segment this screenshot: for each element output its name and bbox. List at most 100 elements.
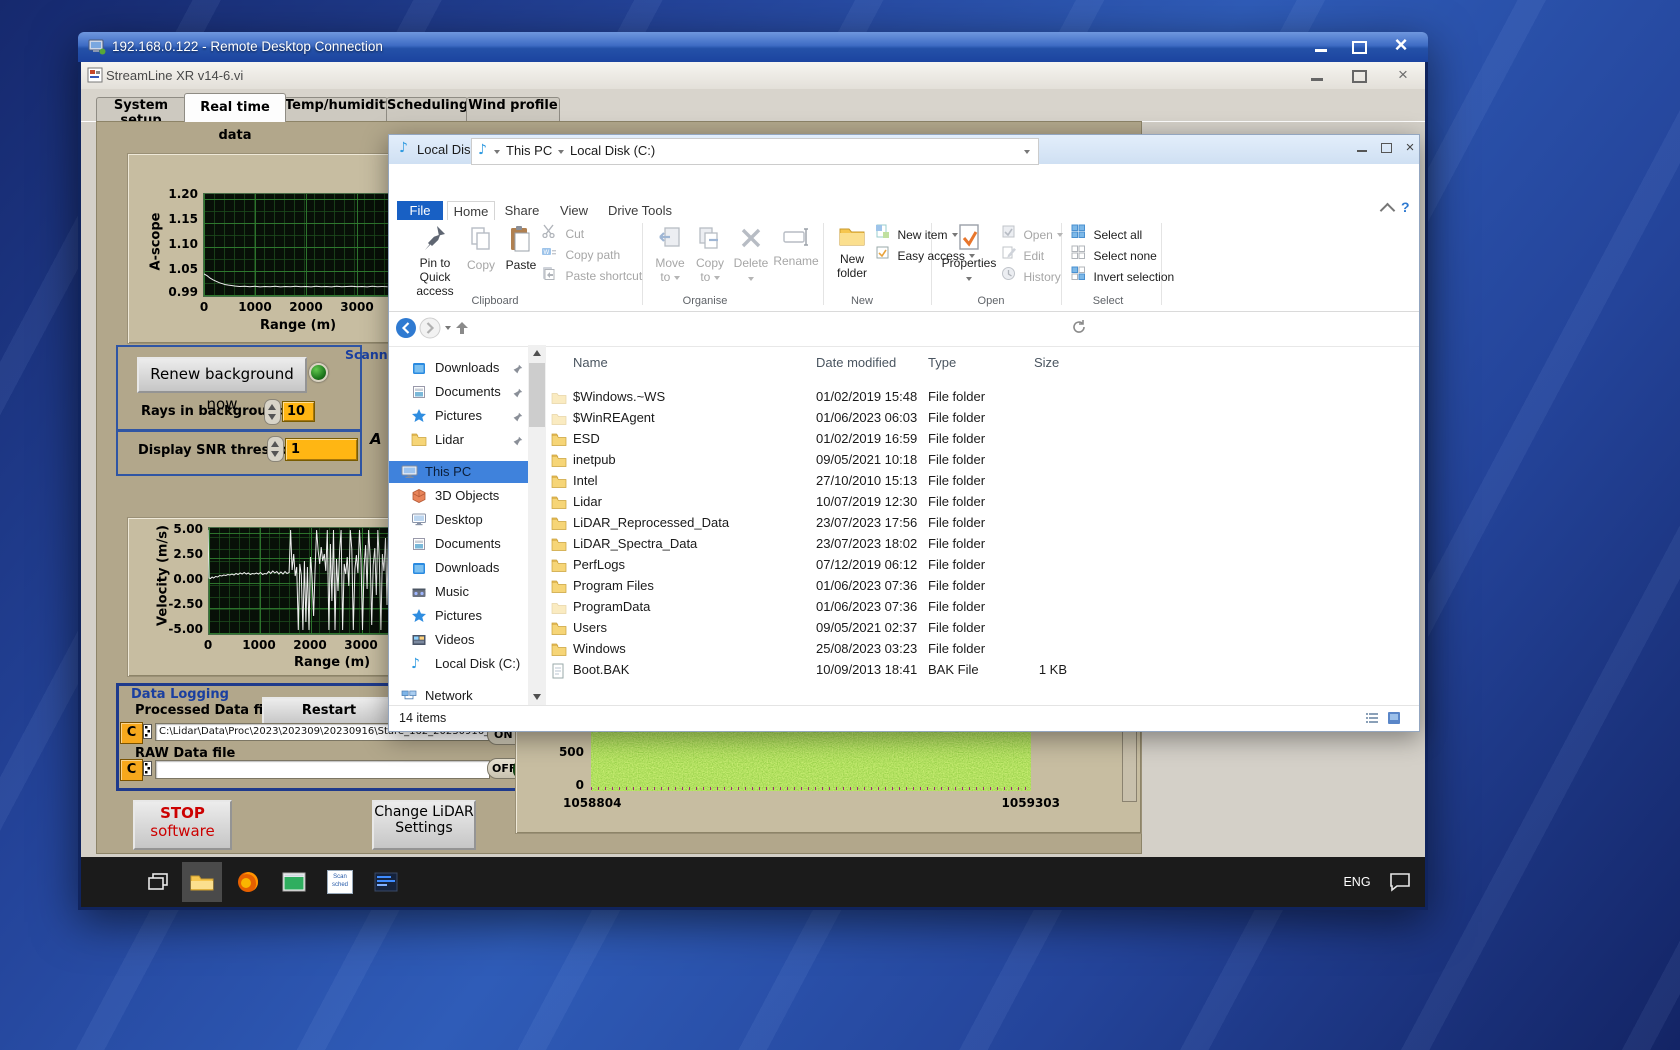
notification-bubble-icon[interactable]	[1380, 862, 1420, 902]
column-header-type[interactable]: Type	[928, 355, 956, 370]
tab-system-setup[interactable]: System setup	[96, 97, 186, 122]
scroll-down-button[interactable]	[528, 688, 546, 705]
tab-scheduling[interactable]: Scheduling	[386, 97, 468, 122]
breadcrumb-local-disk[interactable]: Local Disk (C:)	[570, 143, 655, 158]
open-button[interactable]: Open	[1001, 224, 1063, 244]
sidebar-item-downloads[interactable]: Downloads	[389, 357, 528, 379]
details-view-icon[interactable]	[1365, 711, 1379, 730]
taskbar-scan-sched-icon[interactable]: Scansched	[320, 862, 360, 902]
paste-shortcut-button[interactable]: Paste shortcut	[541, 266, 642, 285]
file-row-users[interactable]: Users09/05/2021 02:37File folder	[539, 618, 1409, 638]
breadcrumb-this-pc[interactable]: This PC	[506, 143, 552, 158]
ribbon-tab-share[interactable]: Share	[497, 201, 547, 221]
file-row-perflogs[interactable]: PerfLogs07/12/2019 06:12File folder	[539, 555, 1409, 575]
large-icons-view-icon[interactable]	[1387, 711, 1401, 730]
app-maximize-button[interactable]	[1348, 67, 1370, 85]
crumb-arrow-icon[interactable]	[494, 150, 500, 154]
snr-value-field[interactable]: 1	[285, 438, 358, 461]
delete-button[interactable]: Delete	[731, 225, 771, 288]
copy-to-button[interactable]: Copy to	[691, 225, 729, 284]
snr-spinner[interactable]	[267, 436, 284, 462]
file-row-windows[interactable]: Windows25/08/2023 03:23File folder	[539, 639, 1409, 659]
tab-real-time-data[interactable]: Real time data	[184, 93, 286, 122]
copy-button[interactable]: Copy	[461, 225, 501, 272]
renew-background-button[interactable]: Renew background now	[137, 357, 307, 393]
language-indicator[interactable]: ENG	[1338, 862, 1376, 902]
recent-locations-icon[interactable]	[445, 326, 451, 330]
copy-path-button[interactable]: W Copy path	[541, 245, 620, 264]
tab-wind-profile[interactable]: Wind profile	[466, 97, 560, 122]
sidebar-item-pictures[interactable]: Pictures	[389, 605, 528, 627]
stop-software-button[interactable]: STOP software	[133, 800, 232, 850]
file-row-lidar-reprocessed-data[interactable]: LiDAR_Reprocessed_Data23/07/2023 17:56Fi…	[539, 513, 1409, 533]
file-row-lidar[interactable]: Lidar10/07/2019 12:30File folder	[539, 492, 1409, 512]
sidebar-item-music[interactable]: Music	[389, 581, 528, 603]
column-header-date[interactable]: Date modified	[816, 355, 896, 370]
address-bar[interactable]: ♪ This PC Local Disk (C:)	[471, 138, 1039, 165]
sidebar-item-videos[interactable]: Videos	[389, 629, 528, 651]
collapse-ribbon-icon[interactable]	[1380, 203, 1396, 219]
column-header-size[interactable]: Size	[1034, 355, 1059, 370]
task-view-icon[interactable]	[138, 862, 178, 902]
edit-button[interactable]: Edit	[1001, 245, 1044, 265]
ribbon-tab-home[interactable]: Home	[447, 201, 495, 222]
sidebar-item-pictures[interactable]: Pictures	[389, 405, 528, 427]
crumb-arrow-icon[interactable]	[558, 150, 564, 154]
rdp-maximize-button[interactable]	[1346, 37, 1372, 57]
app-title-bar[interactable]	[81, 62, 1425, 90]
explorer-close-button[interactable]: ×	[1399, 139, 1421, 157]
file-row--windows-ws[interactable]: $Windows.~WS01/02/2019 15:48File folder	[539, 387, 1409, 407]
scroll-up-button[interactable]	[528, 345, 546, 362]
ribbon-tab-drive-tools[interactable]: Drive Tools	[605, 201, 675, 221]
app-minimize-button[interactable]	[1306, 67, 1328, 85]
file-row-intel[interactable]: Intel27/10/2010 15:13File folder	[539, 471, 1409, 491]
file-row-lidar-spectra-data[interactable]: LiDAR_Spectra_Data23/07/2023 18:02File f…	[539, 534, 1409, 554]
file-row-inetpub[interactable]: inetpub09/05/2021 10:18File folder	[539, 450, 1409, 470]
file-row-boot-bak[interactable]: Boot.BAK10/09/2013 18:41BAK File1 KB	[539, 660, 1409, 680]
sidebar-item-documents[interactable]: Documents	[389, 381, 528, 403]
sidebar-item-this-pc[interactable]: This PC	[389, 461, 528, 483]
file-row--winreagent[interactable]: $WinREAgent01/06/2023 06:03File folder	[539, 408, 1409, 428]
raw-path-field[interactable]	[155, 760, 490, 779]
taskbar-code-app-icon[interactable]	[366, 862, 406, 902]
new-folder-button[interactable]: New folder	[831, 223, 873, 280]
rays-value-field[interactable]: 10	[282, 401, 315, 422]
pin-to-quick-access-button[interactable]: Pin to Quick access	[407, 223, 463, 298]
sidebar-item-lidar[interactable]: Lidar	[389, 429, 528, 451]
rename-button[interactable]: Rename	[773, 225, 819, 268]
tab-temp-humidity[interactable]: Temp/humidity	[284, 97, 388, 122]
sidebar-item-network[interactable]: Network	[389, 685, 528, 707]
address-dropdown-icon[interactable]	[1024, 150, 1030, 154]
sidebar-item-local-disk-c-[interactable]: ♪Local Disk (C:)	[389, 653, 528, 675]
up-button[interactable]	[453, 319, 471, 342]
refresh-button[interactable]	[1071, 319, 1087, 340]
explorer-minimize-button[interactable]	[1351, 140, 1373, 158]
help-icon[interactable]: ?	[1401, 199, 1410, 215]
select-none-button[interactable]: Select none	[1071, 245, 1157, 265]
file-row-esd[interactable]: ESD01/02/2019 16:59File folder	[539, 429, 1409, 449]
file-row-programdata[interactable]: ProgramData01/06/2023 07:36File folder	[539, 597, 1409, 617]
properties-button[interactable]: Properties	[941, 223, 997, 288]
ribbon-tab-view[interactable]: View	[551, 201, 597, 221]
taskbar-file-explorer-icon[interactable]	[182, 862, 222, 902]
rays-spinner[interactable]	[264, 399, 281, 425]
file-row-program-files[interactable]: Program Files01/06/2023 07:36File folder	[539, 576, 1409, 596]
sidebar-item-3d-objects[interactable]: 3D Objects	[389, 485, 528, 507]
sidebar-item-downloads[interactable]: Downloads	[389, 557, 528, 579]
taskbar-green-app-icon[interactable]	[274, 862, 314, 902]
forward-button[interactable]	[419, 317, 441, 344]
taskbar-firefox-icon[interactable]	[228, 862, 268, 902]
change-lidar-settings-button[interactable]: Change LiDAR Settings	[372, 800, 476, 850]
sidebar-item-documents[interactable]: Documents	[389, 533, 528, 555]
ribbon-tab-file[interactable]: File	[397, 201, 443, 221]
move-to-button[interactable]: Move to	[651, 225, 689, 284]
app-close-button[interactable]: ×	[1392, 66, 1414, 84]
history-button[interactable]: History	[1001, 266, 1061, 286]
back-button[interactable]	[395, 317, 417, 344]
rdp-close-button[interactable]: ×	[1388, 35, 1414, 55]
rdp-minimize-button[interactable]	[1308, 37, 1334, 57]
paste-button[interactable]: Paste	[501, 225, 541, 272]
invert-selection-button[interactable]: Invert selection	[1071, 266, 1174, 286]
restart-processed-file-button[interactable]: Restart processed file	[262, 697, 396, 726]
select-all-button[interactable]: Select all	[1071, 224, 1142, 244]
